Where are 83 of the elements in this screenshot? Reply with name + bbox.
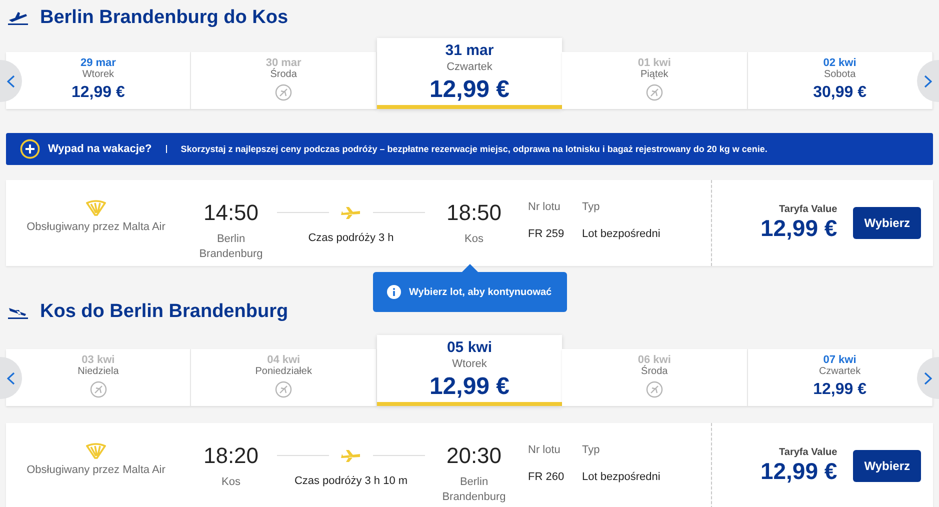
date-label: 01 kwi	[638, 57, 671, 69]
fare-price: 12,99 €	[760, 215, 838, 242]
fare-label: Taryfa Value	[779, 447, 838, 458]
chevron-left-icon	[7, 74, 15, 88]
date-tab[interactable]: 07 kwi Czwartek 12,99 €	[748, 349, 933, 406]
type-label: Typ	[582, 443, 600, 458]
weekday-label: Wtorek	[452, 358, 487, 370]
section-title: Berlin Brandenburg do Kos	[40, 6, 288, 28]
departure-city: Kos	[222, 475, 240, 490]
date-tab[interactable]: 01 kwi Piątek	[562, 52, 748, 109]
date-tab[interactable]: 03 kwi Niedziela	[6, 349, 192, 406]
date-tab[interactable]: 04 kwi Poniedziałek	[191, 349, 377, 406]
date-label: 04 kwi	[267, 354, 300, 366]
price-label: 12,99 €	[813, 381, 866, 399]
duration-label: Czas podróży 3 h 10 m	[294, 474, 408, 489]
plane-icon	[341, 450, 361, 462]
departing-plane-icon	[8, 10, 28, 24]
date-tab[interactable]: 29 mar Wtorek 12,99 €	[6, 52, 192, 109]
weekday-label: Poniedziałek	[255, 366, 312, 377]
select-button[interactable]: Wybierz	[853, 207, 921, 239]
price-label: 30,99 €	[813, 84, 866, 102]
date-tab[interactable]: 05 kwi Wtorek 12,99 €	[376, 335, 562, 406]
harp-logo-icon	[86, 200, 106, 216]
weekday-label: Wtorek	[82, 69, 114, 80]
date-label: 07 kwi	[823, 354, 856, 366]
date-tab[interactable]: 02 kwi Sobota 30,99 €	[748, 52, 933, 109]
fare-label: Taryfa Value	[779, 204, 838, 215]
weekday-label: Czwartek	[818, 366, 861, 377]
departure-time: 14:50	[203, 200, 259, 226]
weekday-label: Czwartek	[446, 61, 492, 73]
duration-label: Czas podróży 3 h	[308, 231, 394, 246]
weekday-label: Środa	[641, 366, 668, 377]
weekday-label: Piątek	[640, 69, 668, 80]
arrival-city: Berlin Brandenburg	[441, 475, 507, 505]
no-flight-icon	[275, 381, 292, 398]
date-label: 02 kwi	[823, 57, 856, 69]
banner-text: Skorzystaj z najlepszej ceny podczas podróży – bezpłatne rezerwacje miejsc, odprawa na lotnisku i bagaż rejestrowany do 20 kg w cenie.	[180, 144, 768, 154]
date-label: 03 kwi	[82, 354, 115, 366]
price-label: 12,99 €	[429, 373, 510, 401]
flight-number-label: Nr lotu	[528, 443, 560, 458]
flight-number: FR 260	[528, 470, 564, 485]
no-flight-icon	[90, 381, 107, 398]
weekday-label: Niedziela	[78, 366, 119, 377]
select-button[interactable]: Wybierz	[853, 450, 921, 482]
harp-logo-icon	[86, 443, 106, 459]
chevron-right-icon	[924, 372, 932, 384]
operator-label: Obsługiwany przez Malta Air	[26, 463, 166, 478]
date-label: 30 mar	[266, 57, 302, 69]
operator-label: Obsługiwany przez Malta Air	[26, 220, 166, 235]
no-flight-icon	[275, 84, 292, 101]
weekday-label: Sobota	[824, 69, 856, 80]
plus-icon	[20, 139, 40, 159]
chevron-left-icon	[7, 372, 15, 384]
date-tab[interactable]: 30 mar Środa	[191, 52, 377, 109]
date-tab[interactable]: 06 kwi Środa	[562, 349, 748, 406]
weekday-label: Środa	[270, 69, 297, 80]
flight-type: Lot bezpośredni	[582, 470, 660, 485]
date-label: 31 mar	[445, 42, 494, 59]
no-flight-icon	[646, 84, 663, 101]
section-title: Kos do Berlin Brandenburg	[40, 301, 288, 323]
arrival-time: 20:30	[446, 443, 502, 469]
banner-title: Wypad na wakacje?	[48, 143, 152, 155]
flight-number-label: Nr lotu	[528, 200, 560, 215]
date-tab[interactable]: 31 mar Czwartek 12,99 €	[376, 38, 562, 109]
fare-price: 12,99 €	[760, 458, 838, 485]
departure-time: 18:20	[203, 443, 259, 469]
price-label: 12,99 €	[72, 84, 125, 102]
no-flight-icon	[646, 381, 663, 398]
type-label: Typ	[582, 200, 600, 215]
chevron-right-icon	[924, 74, 932, 88]
arrival-city: Kos	[464, 232, 484, 247]
tooltip-text: Wybierz lot, aby kontynuować	[409, 286, 552, 298]
arrival-time: 18:50	[446, 200, 502, 226]
date-label: 06 kwi	[638, 354, 671, 366]
arriving-plane-icon	[8, 305, 28, 319]
price-label: 12,99 €	[429, 76, 510, 104]
flight-type: Lot bezpośredni	[582, 227, 660, 242]
flight-number: FR 259	[528, 227, 564, 242]
plane-icon	[341, 206, 361, 218]
date-label: 29 mar	[80, 57, 116, 69]
departure-city: Berlin Brandenburg	[198, 232, 264, 262]
date-label: 05 kwi	[446, 339, 492, 356]
info-icon	[387, 285, 401, 299]
